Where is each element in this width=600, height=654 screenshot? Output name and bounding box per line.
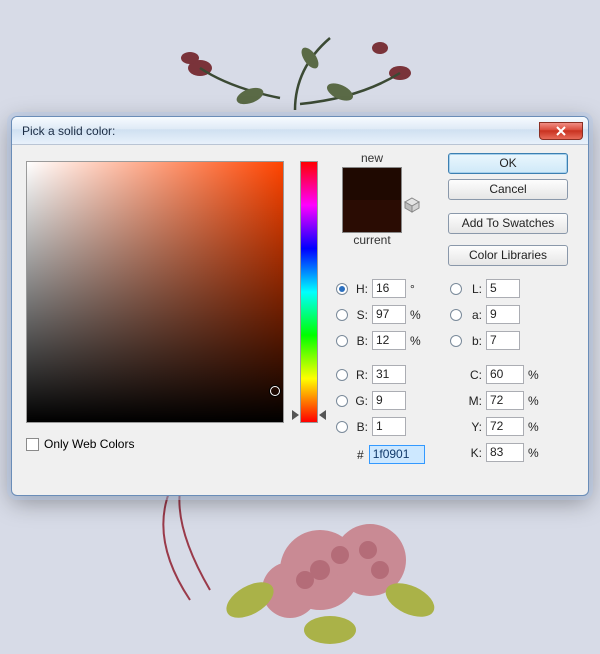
dialog-client: new current OK Cancel Add To Swatches Co… xyxy=(12,145,588,495)
hex-input[interactable]: 1f0901 xyxy=(369,445,425,464)
unit-b-hsb: % xyxy=(410,334,424,348)
label-c: C: xyxy=(466,368,482,382)
unit-h: ° xyxy=(410,282,424,296)
label-y: Y: xyxy=(466,420,482,434)
label-b-rgb: B: xyxy=(352,420,368,434)
label-l: L: xyxy=(466,282,482,296)
radio-a-lab[interactable] xyxy=(450,309,462,321)
dialog-title: Pick a solid color: xyxy=(22,124,115,138)
input-s[interactable]: 97 xyxy=(372,305,406,324)
input-h[interactable]: 16 xyxy=(372,279,406,298)
background-flowers-bottom xyxy=(120,480,480,650)
preview-new-label: new xyxy=(337,151,407,165)
label-r: R: xyxy=(352,368,368,382)
only-web-colors-label: Only Web Colors xyxy=(44,437,134,451)
label-m: M: xyxy=(466,394,482,408)
label-s: S: xyxy=(352,308,368,322)
hue-slider[interactable] xyxy=(300,161,318,423)
radio-l[interactable] xyxy=(450,283,462,295)
label-g: G: xyxy=(352,394,368,408)
preview-new-color xyxy=(343,168,401,200)
saturation-value-field[interactable] xyxy=(26,161,284,423)
radio-b-lab[interactable] xyxy=(450,335,462,347)
unit-m: % xyxy=(528,394,542,408)
add-to-swatches-button[interactable]: Add To Swatches xyxy=(448,213,568,234)
ok-button[interactable]: OK xyxy=(448,153,568,174)
input-m[interactable]: 72 xyxy=(486,391,524,410)
input-y[interactable]: 72 xyxy=(486,417,524,436)
unit-y: % xyxy=(528,420,542,434)
unit-s: % xyxy=(410,308,424,322)
unit-k: % xyxy=(528,446,542,460)
hue-slider-handle-left[interactable] xyxy=(292,410,299,420)
input-r[interactable]: 31 xyxy=(372,365,406,384)
label-b-hsb: B: xyxy=(352,334,368,348)
radio-r[interactable] xyxy=(336,369,348,381)
label-k: K: xyxy=(466,446,482,460)
radio-s[interactable] xyxy=(336,309,348,321)
hex-label: # xyxy=(357,448,364,462)
radio-b-hsb[interactable] xyxy=(336,335,348,347)
color-cube-icon[interactable] xyxy=(404,197,420,213)
color-picker-dialog: Pick a solid color: new current OK Cance… xyxy=(11,116,589,496)
input-b-lab[interactable]: 7 xyxy=(486,331,520,350)
color-libraries-button[interactable]: Color Libraries xyxy=(448,245,568,266)
hue-slider-handle-right[interactable] xyxy=(319,410,326,420)
color-preview xyxy=(342,167,402,233)
label-b-lab: b: xyxy=(466,334,482,348)
cancel-button[interactable]: Cancel xyxy=(448,179,568,200)
sv-cursor[interactable] xyxy=(270,386,280,396)
preview-current-color[interactable] xyxy=(343,200,401,232)
radio-b-rgb[interactable] xyxy=(336,421,348,433)
input-g[interactable]: 9 xyxy=(372,391,406,410)
radio-g[interactable] xyxy=(336,395,348,407)
only-web-colors-checkbox[interactable] xyxy=(26,438,39,451)
label-h: H: xyxy=(352,282,368,296)
input-k[interactable]: 83 xyxy=(486,443,524,462)
input-c[interactable]: 60 xyxy=(486,365,524,384)
unit-c: % xyxy=(528,368,542,382)
close-button[interactable] xyxy=(539,122,583,140)
radio-h[interactable] xyxy=(336,283,348,295)
label-a-lab: a: xyxy=(466,308,482,322)
titlebar[interactable]: Pick a solid color: xyxy=(12,117,588,145)
close-icon xyxy=(555,125,567,137)
input-l[interactable]: 5 xyxy=(486,279,520,298)
input-a-lab[interactable]: 9 xyxy=(486,305,520,324)
preview-current-label: current xyxy=(337,233,407,247)
input-b-rgb[interactable]: 1 xyxy=(372,417,406,436)
input-b-hsb[interactable]: 12 xyxy=(372,331,406,350)
